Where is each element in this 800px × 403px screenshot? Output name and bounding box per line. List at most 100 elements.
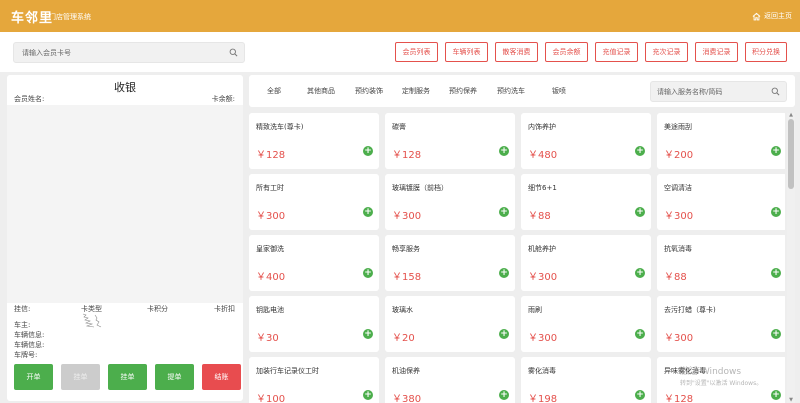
plus-icon[interactable]: + (363, 146, 373, 156)
vehicle-info-label: 车辆信息: (14, 331, 45, 339)
plus-icon[interactable]: + (635, 207, 645, 217)
service-name: 加装行车记录仪工时 (256, 367, 319, 375)
home-link-label: 返回主页 (764, 12, 792, 20)
tab-all[interactable]: 全部 (267, 86, 281, 96)
service-name: 畅享服务 (392, 245, 420, 253)
plus-icon[interactable]: + (363, 329, 373, 339)
service-card[interactable]: 玻璃镀膜（前档） ￥300 + (385, 174, 515, 230)
tab-paint[interactable]: 钣喷 (552, 86, 566, 96)
member-search-box (13, 42, 245, 63)
fetch-order-button[interactable]: 提单 (155, 364, 194, 390)
member-info: 车主: 车辆信息: 车辆信息: 车牌号: (14, 320, 44, 360)
service-price: ￥300 (528, 333, 558, 344)
service-card[interactable]: 美途雨刮 ￥200 + (657, 113, 785, 169)
service-price: ￥128 (256, 150, 286, 161)
service-card[interactable]: 机舱养护 ￥300 + (521, 235, 651, 291)
member-search-input[interactable] (14, 43, 214, 62)
service-search-input[interactable] (651, 82, 766, 101)
service-price: ￥88 (528, 211, 551, 222)
plus-icon[interactable]: + (771, 390, 781, 400)
plus-icon[interactable]: + (635, 146, 645, 156)
service-card[interactable]: 内饰养护 ￥480 + (521, 113, 651, 169)
plus-icon[interactable]: + (363, 268, 373, 278)
service-card[interactable]: 钥匙电池 ￥30 + (249, 296, 379, 352)
service-price: ￥100 (256, 394, 286, 403)
home-icon (752, 12, 761, 20)
service-card[interactable]: 碳膏 ￥128 + (385, 113, 515, 169)
service-card[interactable]: 所有工时 ￥300 + (249, 174, 379, 230)
plus-icon[interactable]: + (635, 329, 645, 339)
service-card[interactable]: 雾化消毒 ￥198 + (521, 357, 651, 403)
plus-icon[interactable]: + (771, 329, 781, 339)
service-card[interactable]: 加装行车记录仪工时 ￥100 + (249, 357, 379, 403)
service-card[interactable]: 雨刷 ￥300 + (521, 296, 651, 352)
plus-icon[interactable]: + (363, 207, 373, 217)
service-card[interactable]: 皇家御洗 ￥400 + (249, 235, 379, 291)
service-price: ￥88 (664, 272, 687, 283)
walk-in-consumption-button[interactable]: 散客消费 (495, 42, 538, 62)
card-points-head: 卡积分 (147, 305, 168, 313)
cart-list (7, 105, 243, 303)
tab-other-goods[interactable]: 其他商品 (307, 86, 335, 96)
service-card[interactable]: 抗氧消毒 ￥88 + (657, 235, 785, 291)
service-price: ￥300 (256, 211, 286, 222)
plus-icon[interactable]: + (499, 268, 509, 278)
member-balance-button[interactable]: 会员余额 (545, 42, 588, 62)
service-price: ￥128 (664, 394, 694, 403)
action-buttons: 开单 挂单 挂单 提单 结账 (14, 364, 241, 390)
toolbar: 会员列表 车辆列表 散客消费 会员余额 充值记录 充次记录 消费记录 积分兑换 (0, 32, 800, 72)
member-list-button[interactable]: 会员列表 (395, 42, 438, 62)
tab-maintenance-booking[interactable]: 预约保养 (449, 86, 477, 96)
service-name: 内饰养护 (528, 123, 556, 131)
scroll-thumb[interactable] (788, 119, 794, 189)
service-name: 玻璃镀膜（前档） (392, 184, 448, 192)
service-price: ￥158 (392, 272, 422, 283)
plus-icon[interactable]: + (771, 268, 781, 278)
hold-order-button[interactable]: 挂单 (108, 364, 147, 390)
plus-icon[interactable]: + (499, 329, 509, 339)
service-name: 美途雨刮 (664, 123, 692, 131)
points-exchange-button[interactable]: 积分兑换 (745, 42, 787, 62)
plus-icon[interactable]: + (499, 146, 509, 156)
vehicle-info-label-2: 车辆信息: (14, 341, 45, 349)
windows-activation-watermark: 激活 Windows 转到"设置"以激活 Windows。 (680, 364, 762, 387)
search-icon[interactable] (771, 87, 780, 96)
service-name: 机舱养护 (528, 245, 556, 253)
tab-decoration-booking[interactable]: 预约装饰 (355, 86, 383, 96)
category-bar: 全部 其他商品 预约装饰 定制服务 预约保养 预约洗车 钣喷 (249, 75, 795, 107)
service-card[interactable]: 去污打蜡（尊卡) ￥300 + (657, 296, 785, 352)
scroll-down-arrow[interactable]: ▼ (788, 398, 794, 403)
plus-icon[interactable]: + (635, 268, 645, 278)
grid-scrollbar[interactable]: ▲ ▼ (787, 113, 795, 403)
tab-wash-booking[interactable]: 预约洗车 (497, 86, 525, 96)
service-card[interactable]: 机油保养 ￥380 + (385, 357, 515, 403)
pending-order-button[interactable]: 挂单 (61, 364, 100, 390)
service-card[interactable]: 细节6+1 ￥88 + (521, 174, 651, 230)
top-bar: 车邻里 门店管理系统 返回主页 (0, 0, 800, 32)
service-card[interactable]: 空调清洁 ￥300 + (657, 174, 785, 230)
plus-icon[interactable]: + (363, 390, 373, 400)
consumption-records-button[interactable]: 消费记录 (695, 42, 738, 62)
plus-icon[interactable]: + (635, 390, 645, 400)
brand-subtitle: 门店管理系统 (49, 13, 91, 21)
toolbar-buttons: 会员列表 车辆列表 散客消费 会员余额 充值记录 充次记录 消费记录 积分兑换 (395, 42, 787, 62)
times-recharge-records-button[interactable]: 充次记录 (645, 42, 688, 62)
plus-icon[interactable]: + (499, 390, 509, 400)
service-price: ￥30 (256, 333, 279, 344)
service-card[interactable]: 畅享服务 ￥158 + (385, 235, 515, 291)
service-name: 雨刷 (528, 306, 542, 314)
plus-icon[interactable]: + (771, 207, 781, 217)
vehicle-list-button[interactable]: 车辆列表 (445, 42, 488, 62)
plus-icon[interactable]: + (499, 207, 509, 217)
home-link[interactable]: 返回主页 (752, 11, 792, 21)
service-name: 玻璃水 (392, 306, 413, 314)
tab-custom-service[interactable]: 定制服务 (402, 86, 430, 96)
service-card[interactable]: 玻璃水 ￥20 + (385, 296, 515, 352)
recharge-records-button[interactable]: 充值记录 (595, 42, 638, 62)
scroll-up-arrow[interactable]: ▲ (788, 113, 794, 118)
checkout-button[interactable]: 结账 (202, 364, 241, 390)
plus-icon[interactable]: + (771, 146, 781, 156)
service-card[interactable]: 精致洗车(尊卡) ￥128 + (249, 113, 379, 169)
open-order-button[interactable]: 开单 (14, 364, 53, 390)
search-icon[interactable] (229, 48, 238, 57)
